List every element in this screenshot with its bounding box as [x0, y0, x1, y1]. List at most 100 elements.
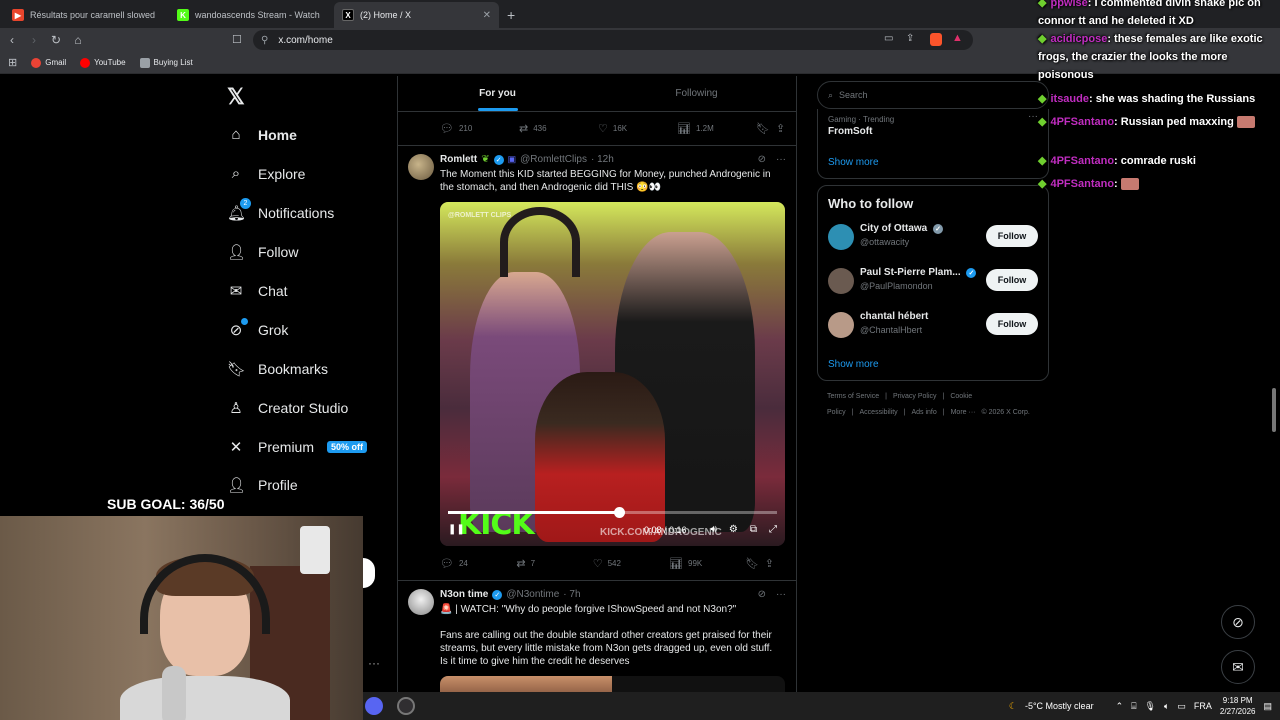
- nav-item-explore[interactable]: ⌕ Explore: [227, 165, 306, 182]
- bookmark-button[interactable]: 🔖︎: [756, 122, 776, 135]
- tab-following[interactable]: Following: [597, 76, 796, 111]
- trend-item[interactable]: FromSoft: [818, 124, 1048, 139]
- post-author-name[interactable]: N3on time: [440, 589, 488, 600]
- battery-icon[interactable]: ▭: [1177, 701, 1186, 712]
- share-button[interactable]: ⇪: [776, 122, 796, 135]
- cast-icon[interactable]: ▭: [884, 33, 893, 44]
- follow-button[interactable]: Follow: [986, 269, 1038, 291]
- settings-icon[interactable]: ⚙: [729, 524, 738, 535]
- pause-icon[interactable]: ❚❚: [448, 524, 465, 535]
- app-icon-discord[interactable]: [365, 697, 383, 715]
- footer-link[interactable]: Terms of Service: [827, 393, 879, 400]
- site-info-icon[interactable]: ⚲: [261, 35, 268, 46]
- more-options-icon[interactable]: ···: [776, 154, 786, 165]
- post-author-name[interactable]: Romlett: [440, 154, 477, 165]
- follow-show-more[interactable]: Show more: [818, 349, 1048, 380]
- post-romlett[interactable]: Romlett ❦ ✓ ▣ @RomlettClips · 12h ⊘ ··· T…: [398, 146, 796, 581]
- post-time[interactable]: · 7h: [563, 589, 580, 600]
- repost-button[interactable]: ⇄ 436: [519, 122, 598, 135]
- bookmark-item[interactable]: YouTube: [80, 57, 126, 68]
- avatar[interactable]: [828, 268, 854, 294]
- avatar[interactable]: [828, 312, 854, 338]
- messages-fab[interactable]: ✉: [1221, 650, 1255, 684]
- clock[interactable]: 9:18 PM 2/27/2026: [1220, 695, 1256, 717]
- tray-chevron-icon[interactable]: ⌃: [1116, 701, 1124, 712]
- volume-icon[interactable]: 🔊︎: [711, 524, 717, 535]
- post-image[interactable]: [440, 676, 785, 692]
- pip-icon[interactable]: ⧉: [750, 524, 757, 535]
- post-author-handle[interactable]: @N3ontime: [506, 589, 559, 600]
- footer-link[interactable]: Privacy Policy: [893, 393, 937, 400]
- browser-tab[interactable]: K wandoascends Stream - Watch Live on Ki…: [169, 2, 334, 28]
- grok-explain-icon[interactable]: ⊘: [758, 589, 766, 600]
- brave-shield-icon[interactable]: [930, 33, 942, 46]
- footer-link[interactable]: More ···: [951, 409, 976, 416]
- reload-icon[interactable]: ↻: [46, 33, 66, 47]
- trends-show-more[interactable]: Show more: [818, 139, 1048, 178]
- follow-suggestion[interactable]: chantal hébert @ChantalHbert Follow: [818, 305, 1048, 349]
- page-scrollbar[interactable]: [1272, 388, 1276, 432]
- back-icon[interactable]: ‹: [2, 33, 22, 47]
- browser-tab[interactable]: ▶ Résultats pour caramell slowed reverb: [4, 2, 169, 28]
- browser-tab[interactable]: X (2) Home / X ✕: [334, 2, 499, 28]
- nav-item-home[interactable]: ⌂ Home: [227, 126, 296, 143]
- follow-suggestion[interactable]: City of Ottawa ✓ @ottawacity Follow: [818, 217, 1048, 261]
- close-tab-icon[interactable]: ✕: [483, 10, 491, 21]
- footer-link[interactable]: © 2026 X Corp.: [981, 409, 1029, 416]
- post-n3on-time[interactable]: N3on time ✓ @N3ontime · 7h ⊘ ··· 🚨 | WATC…: [398, 581, 796, 692]
- follow-button[interactable]: Follow: [986, 225, 1038, 247]
- like-button[interactable]: ♡ 16K: [598, 122, 677, 135]
- grok-explain-icon[interactable]: ⊘: [758, 154, 766, 165]
- nav-item-follow[interactable]: 👤︎ Follow: [227, 243, 298, 261]
- home-button-icon[interactable]: ⌂: [68, 33, 88, 47]
- language-indicator[interactable]: FRA: [1194, 701, 1212, 711]
- speaker-icon[interactable]: 🔈︎: [1164, 701, 1169, 712]
- video-progress-bar[interactable]: [448, 507, 777, 518]
- network-icon[interactable]: ⌸: [1131, 701, 1136, 712]
- follow-button[interactable]: Follow: [986, 313, 1038, 335]
- video-scrubber-handle[interactable]: [614, 507, 626, 518]
- notification-icon[interactable]: ▤: [1263, 701, 1272, 712]
- post-author-handle[interactable]: @RomlettClips: [520, 154, 587, 165]
- reply-button[interactable]: 💬︎ 24: [440, 557, 516, 570]
- bookmark-star-icon[interactable]: ☐: [232, 33, 242, 46]
- more-options-icon[interactable]: ···: [776, 589, 786, 600]
- mic-icon[interactable]: 🎙︎: [1145, 701, 1156, 712]
- share-button[interactable]: ⇪: [765, 557, 784, 570]
- footer-link[interactable]: Ads info: [911, 409, 936, 416]
- footer-link[interactable]: Accessibility: [860, 409, 898, 416]
- nav-item-grok[interactable]: ⊘ Grok: [227, 318, 288, 339]
- new-tab-button[interactable]: +: [499, 7, 523, 28]
- bookmark-button[interactable]: 🔖︎: [745, 557, 764, 570]
- follow-suggestion[interactable]: Paul St-Pierre Plam... ✓ @PaulPlamondon …: [818, 261, 1048, 305]
- apps-grid-icon[interactable]: ⊞: [8, 56, 17, 69]
- app-icon-obs[interactable]: [397, 697, 415, 715]
- avatar[interactable]: [408, 589, 434, 615]
- rewards-icon[interactable]: ▲: [952, 32, 963, 44]
- nav-item-profile[interactable]: 👤︎ Profile: [227, 476, 298, 494]
- bookmark-item[interactable]: Gmail: [31, 57, 66, 68]
- like-button[interactable]: ♡ 542: [593, 557, 669, 570]
- nav-item-chat[interactable]: ✉ Chat: [227, 282, 288, 300]
- reply-button[interactable]: 💬︎ 210: [440, 122, 519, 135]
- more-dots-icon[interactable]: ···: [368, 656, 380, 670]
- nav-item-creator-studio[interactable]: ♙ Creator Studio: [227, 399, 348, 417]
- nav-item-premium[interactable]: ✕ Premium 50% off: [227, 438, 368, 456]
- tab-for-you[interactable]: For you: [398, 76, 597, 111]
- nav-item-notifications[interactable]: 🔔︎ 2 Notifications: [227, 198, 334, 222]
- bookmark-item[interactable]: Buying List: [139, 57, 193, 68]
- fullscreen-icon[interactable]: ⤢: [769, 524, 777, 535]
- avatar[interactable]: [828, 224, 854, 250]
- search-input[interactable]: ⌕ Search: [817, 81, 1049, 109]
- repost-button[interactable]: ⇄ 7: [516, 557, 592, 570]
- views-button[interactable]: 📊︎ 99K: [669, 557, 745, 570]
- avatar[interactable]: [408, 154, 434, 180]
- share-icon[interactable]: ⇪: [906, 33, 914, 44]
- grok-fab[interactable]: ⊘: [1221, 605, 1255, 639]
- nav-item-bookmarks[interactable]: 🔖︎ Bookmarks: [227, 360, 328, 378]
- forward-icon[interactable]: ›: [24, 33, 44, 47]
- weather-text[interactable]: -5°C Mostly clear: [1025, 701, 1094, 711]
- x-logo[interactable]: 𝕏: [227, 84, 245, 110]
- post-time[interactable]: · 12h: [591, 154, 614, 165]
- address-bar[interactable]: ⚲ x.com/home: [253, 30, 973, 50]
